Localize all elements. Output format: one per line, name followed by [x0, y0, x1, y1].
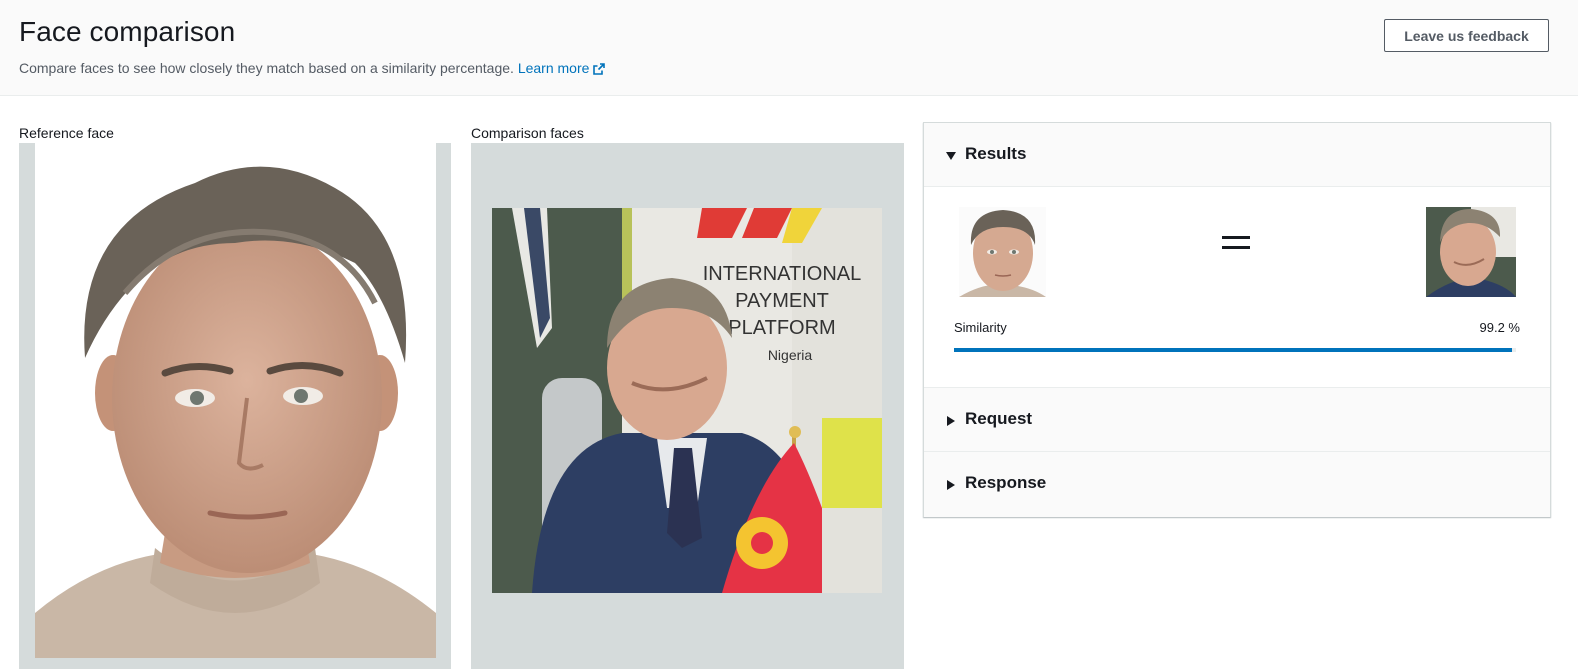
- similarity-label: Similarity: [954, 320, 1007, 335]
- sign-line-4: Nigeria: [768, 347, 813, 363]
- equals-icon: [1222, 236, 1250, 250]
- sign-line-2: PAYMENT: [735, 290, 829, 312]
- request-title: Request: [965, 409, 1033, 428]
- page-description: Compare faces to see how closely they ma…: [19, 60, 606, 78]
- external-link-icon: [593, 62, 606, 78]
- description-text: Compare faces to see how closely they ma…: [19, 60, 514, 76]
- similarity-bar: [954, 348, 1516, 352]
- results-panel: Results Similarity 99.2 % Request Respon…: [923, 122, 1551, 517]
- comparison-image: INTERNATIONAL PAYMENT PLATFORM Nigeria: [492, 208, 882, 593]
- request-section-header[interactable]: Request: [924, 387, 1550, 452]
- reference-face-thumbnail: [959, 207, 1046, 297]
- caret-right-icon: [945, 414, 957, 426]
- leave-feedback-button[interactable]: Leave us feedback: [1384, 19, 1549, 52]
- reference-face-label: Reference face: [19, 125, 114, 141]
- sign-line-1: INTERNATIONAL: [703, 263, 862, 285]
- comparison-faces-label: Comparison faces: [471, 125, 584, 141]
- comparison-face-thumbnail: [1426, 207, 1516, 297]
- sign-line-3: PLATFORM: [728, 317, 835, 339]
- results-title: Results: [965, 144, 1027, 163]
- similarity-value: 99.2 %: [1479, 320, 1520, 335]
- caret-right-icon: [945, 478, 957, 490]
- page-header: Face comparison Compare faces to see how…: [0, 0, 1578, 96]
- results-body: Similarity 99.2 %: [924, 187, 1550, 387]
- similarity-bar-fill: [954, 348, 1512, 352]
- reference-face-image: [35, 143, 436, 658]
- caret-down-icon: [945, 149, 957, 161]
- response-section-header[interactable]: Response: [924, 452, 1550, 517]
- results-section-header[interactable]: Results: [924, 123, 1550, 187]
- learn-more-link[interactable]: Learn more: [518, 60, 606, 76]
- response-title: Response: [965, 473, 1047, 492]
- page-title: Face comparison: [19, 16, 236, 47]
- learn-more-label: Learn more: [517, 60, 590, 76]
